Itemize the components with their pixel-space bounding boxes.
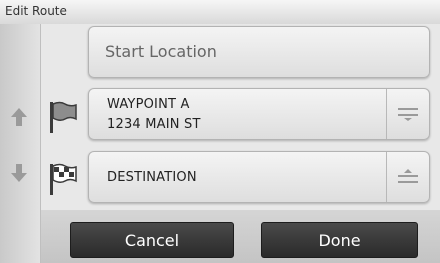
start-location-field[interactable]: Start Location [88,26,430,78]
title-bar: Edit Route [0,0,440,25]
start-location-placeholder: Start Location [105,42,217,61]
destination-row[interactable]: DESTINATION [88,151,430,203]
arrow-up-icon[interactable] [10,107,28,131]
arrow-down-icon[interactable] [10,163,28,187]
checkered-flag-icon [48,162,78,200]
destination-name: DESTINATION [107,170,197,185]
cancel-button[interactable]: Cancel [70,222,234,258]
waypoint-address: 1234 MAIN ST [107,117,201,132]
waypoint-a-row[interactable]: WAYPOINT A 1234 MAIN ST [88,88,430,140]
done-button[interactable]: Done [261,222,418,258]
drag-handle-icon[interactable] [386,89,429,139]
left-strip [0,24,40,263]
flag-icon [48,100,78,138]
edit-route-screen: Edit Route Start Location WAYPOINT A 123… [0,0,440,263]
drag-handle-icon[interactable] [386,152,429,202]
window-title: Edit Route [5,4,67,18]
waypoint-name: WAYPOINT A [107,97,190,112]
